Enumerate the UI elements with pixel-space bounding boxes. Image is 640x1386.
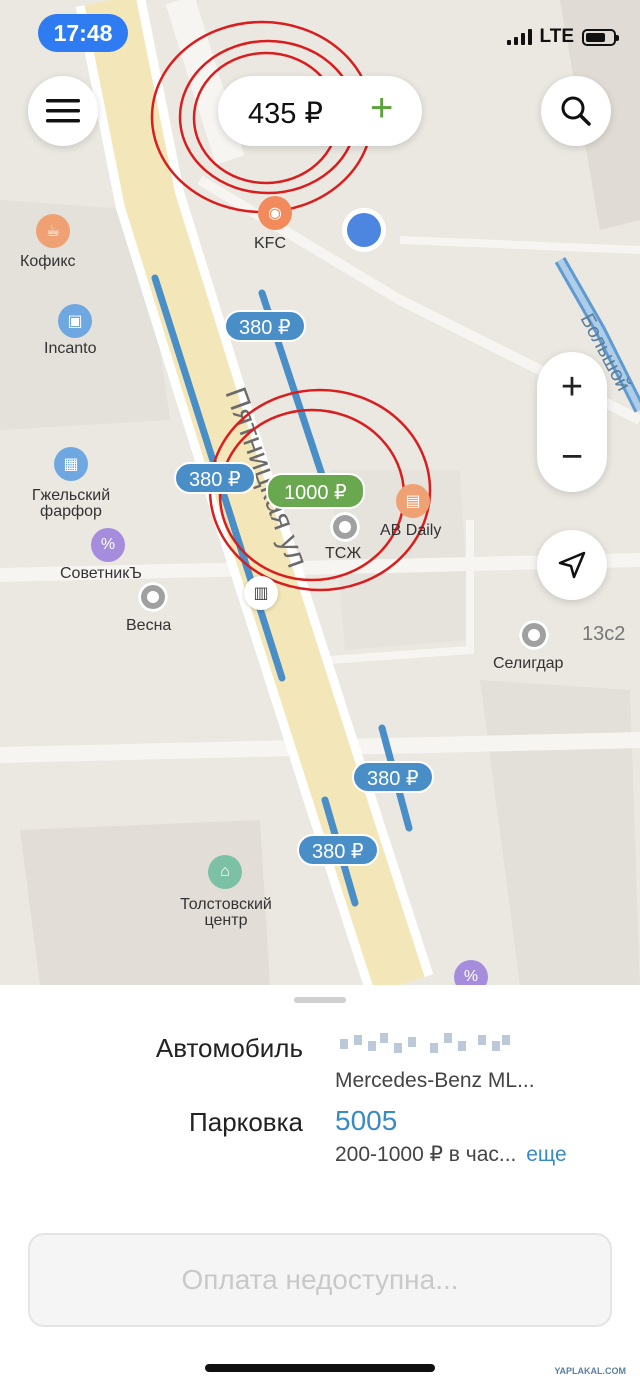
car-model: Mercedes-Benz ML... (335, 1069, 535, 1092)
price-tag-selected[interactable]: 1000 ₽ (266, 473, 365, 509)
signal-icon (506, 29, 532, 45)
poi-vesna[interactable]: Весна (126, 618, 171, 634)
car-label: Автомобиль (155, 1033, 303, 1063)
map-view[interactable]: Пятницкая ул Большой 17:48 LTE 435 ₽ + +… (0, 0, 640, 985)
parking-details-sheet: Автомобиль Mercedes-Benz ML... Парковка … (0, 985, 640, 1386)
search-icon (561, 96, 591, 126)
zoom-in-button[interactable]: + (537, 352, 607, 422)
price-tag[interactable]: 380 ₽ (352, 761, 434, 793)
poi-sovetnik[interactable]: СоветникЪ (60, 566, 142, 582)
building-number: 13с2 (582, 623, 626, 645)
search-button[interactable] (541, 76, 611, 146)
balance-amount: 435 ₽ (248, 98, 323, 130)
coffee-icon[interactable]: ☕ (36, 214, 70, 248)
rate-text: 200-1000 ₽ в час... (335, 1143, 517, 1166)
pin-icon[interactable] (138, 582, 168, 612)
price-tag[interactable]: 380 ₽ (174, 462, 256, 494)
watermark: YAPLAKAL.COM (554, 1366, 626, 1376)
building-icon[interactable]: ▥ (244, 576, 278, 610)
status-indicators: LTE (506, 26, 619, 48)
museum-icon[interactable]: ⌂ (208, 855, 242, 889)
menu-button[interactable] (28, 76, 98, 146)
poi-tolstoy[interactable]: Толстовский центр (170, 897, 282, 929)
sheet-handle[interactable] (294, 997, 346, 1003)
poi-incanto[interactable]: Incanto (44, 341, 96, 357)
pay-button[interactable]: Оплата недоступна... (28, 1233, 612, 1327)
poi-kofiks[interactable]: Кофикс (20, 254, 76, 270)
parking-rate: 200-1000 ₽ в час... еще (335, 1142, 567, 1167)
poi-seligdar[interactable]: Селигдар (493, 656, 563, 672)
shopping-bag-icon[interactable]: ▣ (58, 304, 92, 338)
pin-icon[interactable] (519, 620, 549, 650)
gift-icon[interactable]: ▦ (54, 447, 88, 481)
parking-label: Парковка (189, 1107, 303, 1137)
battery-icon (582, 28, 619, 46)
license-plate-redacted (340, 1031, 510, 1057)
add-funds-button[interactable]: + (370, 86, 393, 131)
pin-icon[interactable] (330, 512, 360, 542)
poi-kfc[interactable]: KFC (254, 236, 286, 252)
network-label: LTE (539, 26, 574, 47)
balance-pill[interactable]: 435 ₽ + (218, 76, 422, 146)
poi-tszh[interactable]: ТСЖ (325, 546, 361, 562)
price-tag[interactable]: 380 ₽ (297, 834, 379, 866)
status-time: 17:48 (38, 14, 128, 52)
home-indicator[interactable] (205, 1364, 435, 1372)
parking-number[interactable]: 5005 (335, 1105, 397, 1137)
more-link[interactable]: еще (526, 1143, 566, 1166)
price-tag[interactable]: 380 ₽ (224, 310, 306, 342)
navigation-arrow-icon (558, 551, 586, 579)
zoom-control: + − (537, 352, 607, 492)
percent-icon[interactable]: % (91, 528, 125, 562)
store-icon[interactable]: ▤ (396, 484, 430, 518)
poi-gzhel[interactable]: Гжельский фарфор (22, 488, 120, 520)
hamburger-icon (46, 99, 80, 123)
poi-ab-daily[interactable]: AB Daily (380, 523, 441, 539)
kfc-icon[interactable]: ◉ (258, 196, 292, 230)
my-location-button[interactable] (537, 530, 607, 600)
zoom-out-button[interactable]: − (537, 422, 607, 492)
